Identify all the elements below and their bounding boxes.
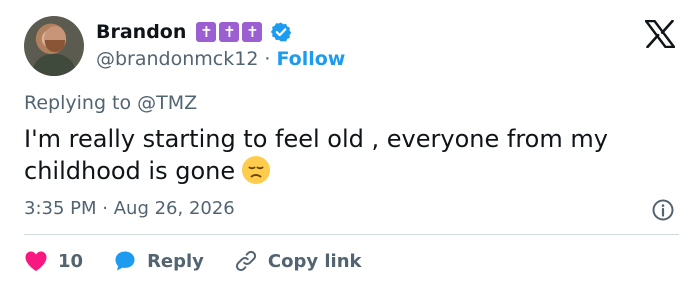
replying-prefix: Replying to [24,92,132,114]
link-icon [235,250,256,272]
reply-label: Reply [147,250,204,272]
info-icon[interactable] [651,198,675,222]
handle-separator: · [264,48,271,70]
handle-row: @brandonmck12 · Follow [96,48,345,70]
meta-separator: · [102,198,108,219]
tweet-time[interactable]: 3:35 PM [24,198,97,219]
verified-badge-icon [271,22,292,42]
heart-icon [25,251,47,271]
disappointed-face-emoji-icon [242,156,271,184]
reply-bubble-icon [115,251,135,271]
replying-mention[interactable]: @TMZ [137,92,197,114]
tweet-date[interactable]: Aug 26, 2026 [114,198,235,219]
divider [24,234,679,235]
action-bar: 10 Reply Copy link [24,246,392,276]
copy-link-label: Copy link [267,250,362,272]
name-row: Brandon ✝ ✝ ✝ [96,18,292,46]
reply-button[interactable]: Reply [113,249,204,273]
like-button[interactable]: 10 [24,250,83,272]
cross-badge-icon: ✝ [196,22,217,42]
x-logo-icon[interactable] [645,20,675,48]
tweet-meta: 3:35 PM · Aug 26, 2026 [24,198,235,219]
avatar[interactable] [24,16,84,76]
cross-badges: ✝ ✝ ✝ [196,22,263,42]
copy-link-button[interactable]: Copy link [234,249,362,273]
display-name[interactable]: Brandon [96,21,186,43]
cross-badge-icon: ✝ [219,22,240,42]
tweet-text: I'm really starting to feel old , everyo… [24,124,674,187]
tweet-body: I'm really starting to feel old , everyo… [24,125,608,185]
user-handle[interactable]: @brandonmck12 [96,48,258,70]
avatar-beard [45,40,65,52]
follow-button[interactable]: Follow [276,48,345,70]
replying-to: Replying to @TMZ [24,92,197,114]
cross-badge-icon: ✝ [242,22,263,42]
avatar-shirt [32,54,76,76]
like-count: 10 [58,250,84,272]
